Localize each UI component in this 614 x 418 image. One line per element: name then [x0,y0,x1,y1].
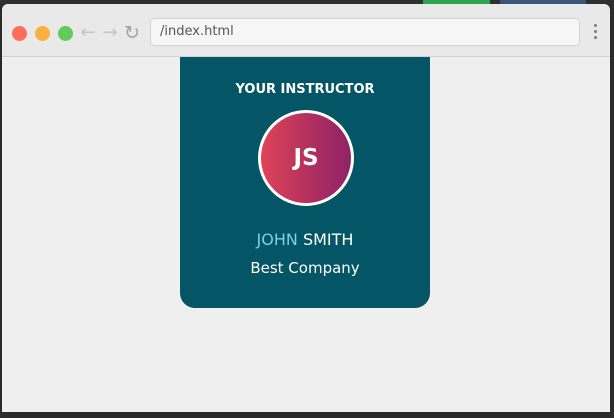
instructor-last-name: SMITH [302,230,354,249]
browser-toolbar: ← → ↻ /index.html [2,4,610,57]
instructor-name: JOHN SMITH [180,230,430,249]
page-content: YOUR INSTRUCTOR JS JOHN SMITH Best Compa… [2,57,610,412]
more-vertical-icon[interactable] [591,24,599,42]
address-bar[interactable]: /index.html [150,18,580,46]
instructor-first-name: JOHN [256,230,298,249]
maximize-window-button[interactable] [58,26,73,41]
arrow-left-icon[interactable]: ← [79,22,97,44]
avatar: JS [258,110,354,206]
card-heading: YOUR INSTRUCTOR [235,82,375,97]
minimize-window-button[interactable] [35,26,50,41]
instructor-card: YOUR INSTRUCTOR JS JOHN SMITH Best Compa… [180,57,430,308]
reload-icon[interactable]: ↻ [123,22,141,44]
instructor-company: Best Company [250,259,360,277]
arrow-right-icon[interactable]: → [101,22,119,44]
browser-window: ← → ↻ /index.html YOUR INSTRUCTOR JS JOH… [2,4,610,412]
close-window-button[interactable] [12,26,27,41]
